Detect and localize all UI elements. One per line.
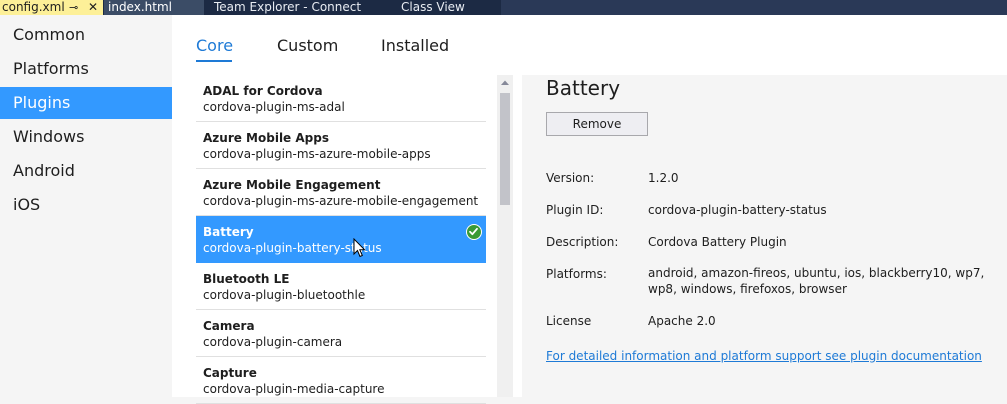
license-value: Apache 2.0 (648, 314, 716, 328)
chevron-up-icon[interactable] (497, 75, 513, 91)
plugin-name: Azure Mobile Apps (203, 131, 329, 145)
doc-tab-config-xml[interactable]: config.xml ⊸ ✕ (0, 0, 103, 15)
plugin-documentation-link[interactable]: For detailed information and platform su… (546, 349, 982, 363)
nav-item-platforms[interactable]: Platforms (0, 53, 172, 85)
plugin-name: Capture (203, 366, 257, 380)
pin-icon[interactable]: ⊸ (69, 0, 78, 15)
doc-tab-class-view[interactable]: Class View (401, 0, 465, 15)
plugin-row-azure-mobile-apps[interactable]: Azure Mobile Apps cordova-plugin-ms-azur… (196, 122, 486, 169)
plugin-package: cordova-plugin-ms-azure-mobile-engagemen… (203, 194, 479, 208)
doc-tab-index-html[interactable]: index.html (104, 0, 204, 15)
category-nav: Common Platforms Plugins Windows Android… (0, 15, 172, 397)
platforms-label: Platforms: (546, 267, 607, 281)
description-label: Description: (546, 235, 619, 249)
plugin-name: Battery (203, 225, 254, 239)
plugin-row-adal[interactable]: ADAL for Cordova cordova-plugin-ms-adal (196, 75, 486, 122)
doc-tab-team-explorer[interactable]: Team Explorer - Connect (214, 0, 361, 15)
plugin-details: Battery Remove Version: 1.2.0 Plugin ID:… (522, 75, 1007, 397)
nav-item-windows[interactable]: Windows (0, 121, 172, 153)
plugin-package: cordova-plugin-ms-adal (203, 100, 345, 114)
close-icon[interactable]: ✕ (88, 0, 98, 15)
tab-strip-background (501, 0, 1007, 15)
plugin-list-scrollbar[interactable] (497, 75, 513, 397)
plugin-name: Camera (203, 319, 255, 333)
check-circle-icon (466, 224, 482, 240)
remove-button[interactable]: Remove (546, 112, 648, 136)
tab-core-underline (196, 60, 232, 62)
version-value: 1.2.0 (648, 171, 679, 185)
platforms-value: android, amazon-fireos, ubuntu, ios, bla… (648, 266, 985, 296)
nav-item-common[interactable]: Common (0, 19, 172, 51)
scrollbar-thumb[interactable] (500, 93, 510, 205)
plugin-name: Bluetooth LE (203, 272, 290, 286)
plugin-detail-title: Battery (546, 76, 621, 100)
plugin-id-label: Plugin ID: (546, 203, 604, 217)
plugin-name: ADAL for Cordova (203, 84, 323, 98)
mouse-cursor-icon (353, 237, 366, 262)
tab-core[interactable]: Core (196, 36, 233, 55)
document-tab-strip: config.xml ⊸ ✕ index.html Team Explorer … (0, 0, 1007, 15)
license-label: License (546, 314, 592, 328)
plugin-package: cordova-plugin-media-capture (203, 382, 385, 396)
plugin-package: cordova-plugin-camera (203, 335, 343, 349)
tab-custom[interactable]: Custom (277, 36, 338, 55)
nav-item-plugins[interactable]: Plugins (0, 87, 172, 119)
plugin-id-value: cordova-plugin-battery-status (648, 203, 827, 217)
nav-item-ios[interactable]: iOS (0, 189, 172, 221)
plugin-row-battery[interactable]: Battery cordova-plugin-battery-status (196, 216, 486, 263)
plugin-name: Azure Mobile Engagement (203, 178, 381, 192)
plugin-package: cordova-plugin-battery-status (203, 241, 382, 255)
doc-tab-label: config.xml (2, 0, 65, 14)
plugin-package: cordova-plugin-ms-azure-mobile-apps (203, 147, 431, 161)
plugin-package: cordova-plugin-bluetoothle (203, 288, 366, 302)
tab-installed[interactable]: Installed (381, 36, 449, 55)
plugin-row-bluetooth-le[interactable]: Bluetooth LE cordova-plugin-bluetoothle (196, 263, 486, 310)
version-label: Version: (546, 171, 595, 185)
nav-item-android[interactable]: Android (0, 155, 172, 187)
description-value: Cordova Battery Plugin (648, 235, 787, 249)
plugin-row-camera[interactable]: Camera cordova-plugin-camera (196, 310, 486, 357)
plugin-list: ADAL for Cordova cordova-plugin-ms-adal … (196, 75, 486, 404)
plugin-row-azure-mobile-engagement[interactable]: Azure Mobile Engagement cordova-plugin-m… (196, 169, 486, 216)
